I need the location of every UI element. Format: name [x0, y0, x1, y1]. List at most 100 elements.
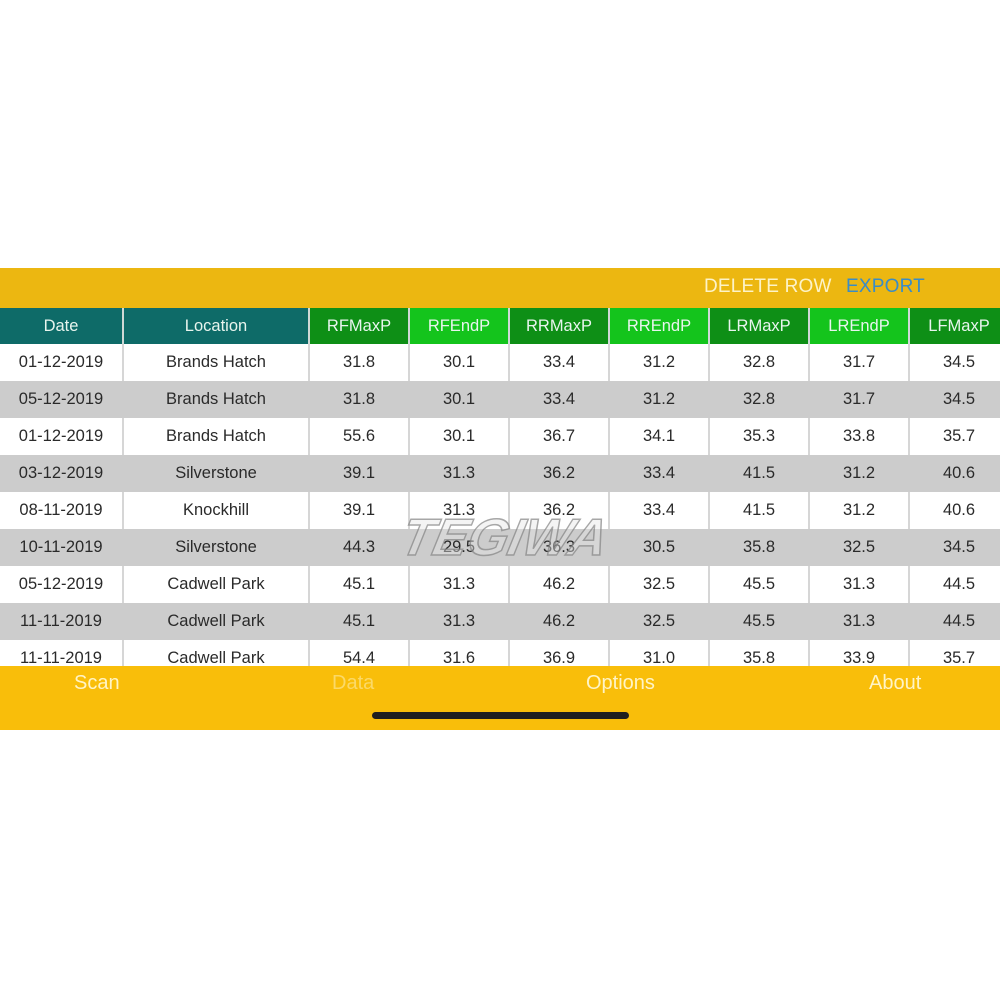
cell-location: Brands Hatch	[123, 381, 310, 418]
column-header-rrendp[interactable]: RREndP	[609, 308, 710, 344]
export-button[interactable]: EXPORT	[846, 276, 925, 298]
cell-date: 05-12-2019	[0, 381, 124, 418]
table-row[interactable]: 11-11-2019 Cadwell Park 54.4 31.6 36.9 3…	[0, 640, 1000, 666]
cell-rfmaxp: 44.3	[309, 529, 410, 566]
cell-lrendp: 31.7	[809, 381, 910, 418]
cell-location: Cadwell Park	[123, 640, 310, 666]
app-screen: DELETE ROW EXPORT Date Location RFMaxP R…	[0, 268, 1000, 730]
cell-location: Knockhill	[123, 492, 310, 529]
table-row[interactable]: 11-11-2019 Cadwell Park 45.1 31.3 46.2 3…	[0, 603, 1000, 640]
bottom-tab-bar: Scan Data Options About	[0, 666, 1000, 730]
column-header-location[interactable]: Location	[123, 308, 310, 344]
cell-lrendp: 31.2	[809, 455, 910, 492]
cell-lrendp: 31.2	[809, 492, 910, 529]
cell-rfendp: 31.6	[409, 640, 510, 666]
cell-rfmaxp: 39.1	[309, 455, 410, 492]
data-table-scroll[interactable]: Date Location RFMaxP RFEndP RRMaxP RREnd…	[0, 308, 1000, 666]
tab-data[interactable]: Data	[332, 672, 374, 695]
cell-rrmaxp: 36.2	[509, 455, 610, 492]
cell-rfmaxp: 54.4	[309, 640, 410, 666]
cell-rfendp: 31.3	[409, 603, 510, 640]
column-header-rfendp[interactable]: RFEndP	[409, 308, 510, 344]
cell-location: Brands Hatch	[123, 418, 310, 455]
cell-rfmaxp: 31.8	[309, 381, 410, 418]
column-header-rfmaxp[interactable]: RFMaxP	[309, 308, 410, 344]
cell-rrmaxp: 33.4	[509, 344, 610, 381]
cell-rfendp: 30.1	[409, 381, 510, 418]
cell-rfmaxp: 39.1	[309, 492, 410, 529]
cell-rfmaxp: 31.8	[309, 344, 410, 381]
cell-rrendp: 33.4	[609, 455, 710, 492]
cell-lrendp: 33.9	[809, 640, 910, 666]
cell-lfmaxp: 34.5	[909, 529, 1000, 566]
cell-rrmaxp: 36.9	[509, 640, 610, 666]
cell-lrmaxp: 32.8	[709, 344, 810, 381]
cell-rfendp: 31.3	[409, 566, 510, 603]
column-header-lfmaxp[interactable]: LFMaxP	[909, 308, 1000, 344]
cell-location: Silverstone	[123, 529, 310, 566]
cell-rrmaxp: 36.3	[509, 529, 610, 566]
tab-about[interactable]: About	[869, 672, 921, 695]
cell-location: Cadwell Park	[123, 566, 310, 603]
cell-lrendp: 32.5	[809, 529, 910, 566]
cell-rrmaxp: 33.4	[509, 381, 610, 418]
cell-location: Brands Hatch	[123, 344, 310, 381]
cell-lrmaxp: 35.8	[709, 640, 810, 666]
cell-date: 03-12-2019	[0, 455, 124, 492]
cell-rrmaxp: 46.2	[509, 603, 610, 640]
cell-rrendp: 30.5	[609, 529, 710, 566]
column-header-rrmaxp[interactable]: RRMaxP	[509, 308, 610, 344]
cell-lrendp: 31.7	[809, 344, 910, 381]
cell-lrendp: 31.3	[809, 603, 910, 640]
cell-rrendp: 31.2	[609, 344, 710, 381]
cell-lfmaxp: 34.5	[909, 381, 1000, 418]
delete-row-button[interactable]: DELETE ROW	[704, 276, 832, 298]
cell-lfmaxp: 34.5	[909, 344, 1000, 381]
cell-rrendp: 31.2	[609, 381, 710, 418]
cell-rfmaxp: 55.6	[309, 418, 410, 455]
cell-date: 01-12-2019	[0, 418, 124, 455]
cell-rfmaxp: 45.1	[309, 566, 410, 603]
cell-lrendp: 31.3	[809, 566, 910, 603]
tab-options[interactable]: Options	[586, 672, 655, 695]
cell-rrendp: 33.4	[609, 492, 710, 529]
cell-rfendp: 30.1	[409, 418, 510, 455]
cell-rrmaxp: 36.7	[509, 418, 610, 455]
cell-lfmaxp: 35.7	[909, 418, 1000, 455]
tyre-pressure-table: Date Location RFMaxP RFEndP RRMaxP RREnd…	[0, 308, 1000, 666]
column-header-date[interactable]: Date	[0, 308, 124, 344]
cell-lrmaxp: 45.5	[709, 603, 810, 640]
cell-lfmaxp: 40.6	[909, 492, 1000, 529]
cell-rrendp: 32.5	[609, 566, 710, 603]
table-row[interactable]: 10-11-2019 Silverstone 44.3 29.5 36.3 30…	[0, 529, 1000, 566]
cell-date: 01-12-2019	[0, 344, 124, 381]
column-header-lrendp[interactable]: LREndP	[809, 308, 910, 344]
cell-location: Cadwell Park	[123, 603, 310, 640]
cell-lrmaxp: 35.3	[709, 418, 810, 455]
table-row[interactable]: 03-12-2019 Silverstone 39.1 31.3 36.2 33…	[0, 455, 1000, 492]
cell-rrmaxp: 36.2	[509, 492, 610, 529]
cell-lfmaxp: 44.5	[909, 566, 1000, 603]
table-row[interactable]: 05-12-2019 Cadwell Park 45.1 31.3 46.2 3…	[0, 566, 1000, 603]
table-row[interactable]: 08-11-2019 Knockhill 39.1 31.3 36.2 33.4…	[0, 492, 1000, 529]
cell-rfendp: 31.3	[409, 492, 510, 529]
cell-rfendp: 29.5	[409, 529, 510, 566]
home-indicator-bar[interactable]	[372, 712, 629, 719]
column-header-lrmaxp[interactable]: LRMaxP	[709, 308, 810, 344]
cell-location: Silverstone	[123, 455, 310, 492]
table-row[interactable]: 01-12-2019 Brands Hatch 55.6 30.1 36.7 3…	[0, 418, 1000, 455]
table-row[interactable]: 01-12-2019 Brands Hatch 31.8 30.1 33.4 3…	[0, 344, 1000, 381]
cell-rrendp: 32.5	[609, 603, 710, 640]
table-row[interactable]: 05-12-2019 Brands Hatch 31.8 30.1 33.4 3…	[0, 381, 1000, 418]
cell-lfmaxp: 40.6	[909, 455, 1000, 492]
cell-date: 11-11-2019	[0, 640, 124, 666]
cell-rfendp: 31.3	[409, 455, 510, 492]
cell-lrmaxp: 32.8	[709, 381, 810, 418]
cell-rfmaxp: 45.1	[309, 603, 410, 640]
top-toolbar: DELETE ROW EXPORT	[0, 268, 1000, 308]
tab-scan[interactable]: Scan	[74, 672, 120, 695]
cell-date: 11-11-2019	[0, 603, 124, 640]
cell-rrendp: 31.0	[609, 640, 710, 666]
cell-lrmaxp: 35.8	[709, 529, 810, 566]
cell-rrmaxp: 46.2	[509, 566, 610, 603]
